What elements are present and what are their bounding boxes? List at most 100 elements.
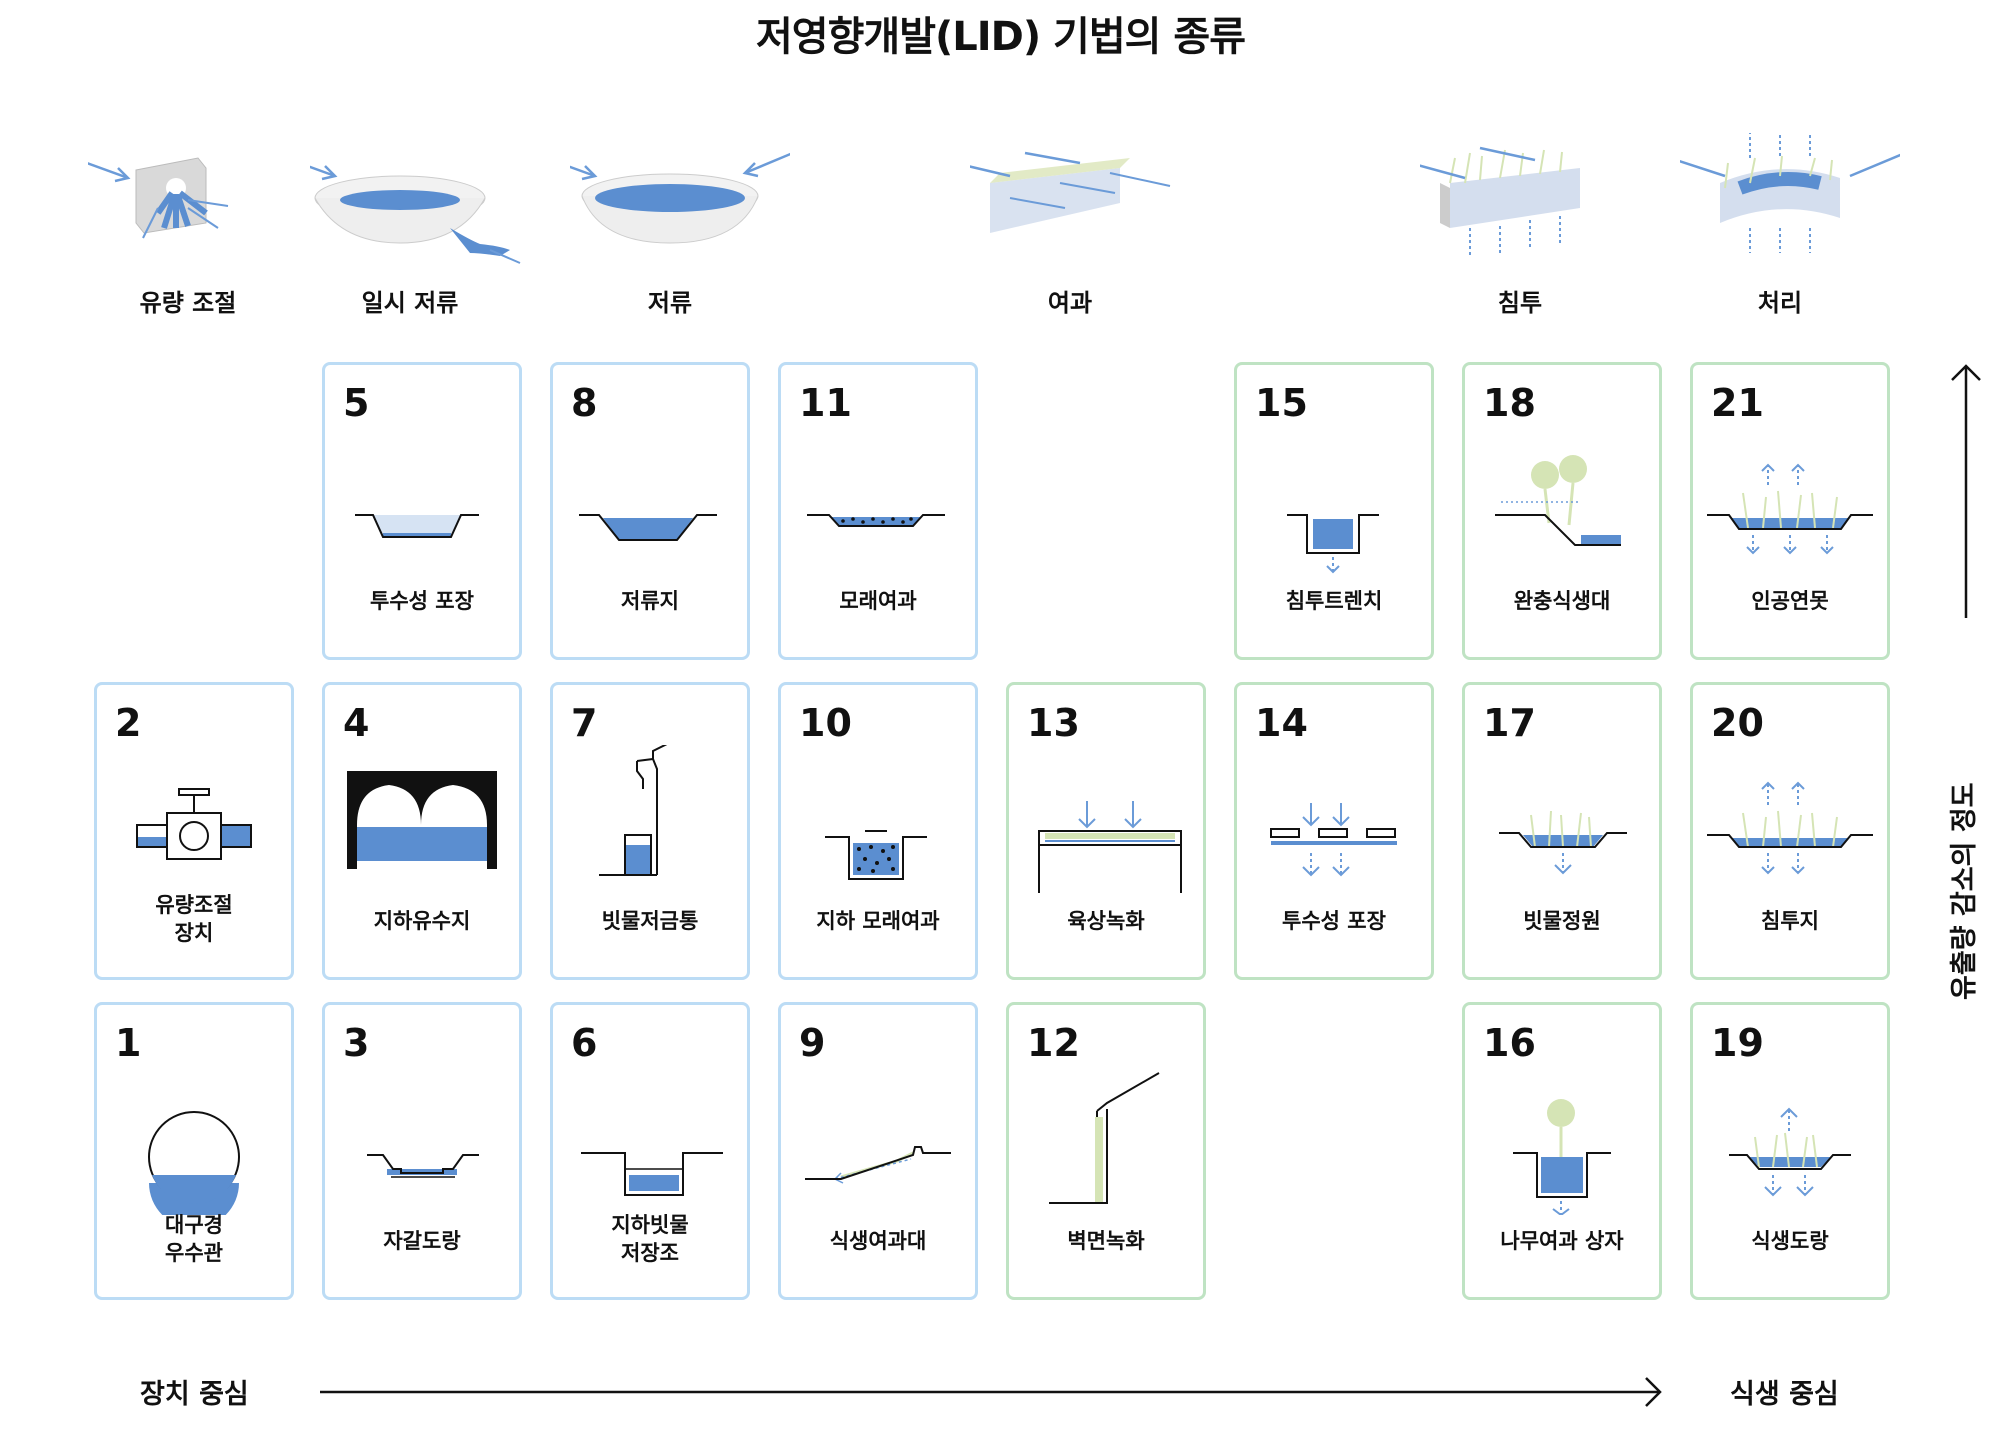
- function-flow-control: 유량 조절: [88, 128, 288, 317]
- card-number: 12: [1027, 1021, 1080, 1065]
- function-label: 여과: [1047, 289, 1093, 317]
- card-label: 자갈도랑: [383, 1229, 461, 1253]
- card-number: 21: [1711, 381, 1764, 425]
- rain-barrel-icon: [599, 745, 668, 876]
- card-label: 육상녹화: [1067, 909, 1145, 933]
- function-label: 유량 조절: [139, 289, 237, 317]
- card-number: 18: [1483, 381, 1536, 425]
- gravel-trench-icon: [367, 1154, 479, 1178]
- detention-pond-icon: [579, 514, 717, 541]
- tree-box-filter-icon: [1513, 1099, 1611, 1215]
- function-temporary-storage: 일시 저류: [310, 128, 521, 317]
- x-axis-start-label: 장치 중심: [140, 1379, 249, 1410]
- card-number: 5: [343, 381, 370, 425]
- card-number: 17: [1483, 701, 1536, 745]
- card-17[interactable]: 17 빗물정원: [1462, 682, 1662, 980]
- dish-icon: [570, 152, 790, 244]
- infiltration-basin-icon: [1707, 781, 1873, 875]
- function-label: 일시 저류: [361, 289, 459, 317]
- infiltration-icon: [1420, 146, 1580, 258]
- card-number: 14: [1255, 701, 1308, 745]
- card-6[interactable]: 6 지하빗물 저장조: [550, 1002, 750, 1300]
- rain-garden-icon: [1499, 810, 1627, 875]
- card-12[interactable]: 12 벽면녹화: [1006, 1002, 1206, 1300]
- card-label: 침투트렌치: [1285, 589, 1383, 613]
- function-label: 저류: [647, 289, 693, 317]
- card-14[interactable]: 14 투수성 포장: [1234, 682, 1434, 980]
- card-label: 대구경 우수관: [165, 1213, 223, 1265]
- card-19[interactable]: 19 식생도랑: [1690, 1002, 1890, 1300]
- card-label: 지하 모래여과: [816, 909, 940, 933]
- function-label: 침투: [1497, 289, 1543, 317]
- underground-reservoir-icon: [347, 771, 497, 869]
- card-label: 벽면녹화: [1067, 1229, 1145, 1253]
- card-label: 지하빗물 저장조: [611, 1213, 689, 1265]
- treatment-icon: [1680, 133, 1900, 253]
- buffer-strip-icon: [1495, 455, 1621, 546]
- card-8[interactable]: 8 저류지: [550, 362, 750, 660]
- large-pipe-icon: [148, 1111, 240, 1215]
- card-20[interactable]: 20 침투지: [1690, 682, 1890, 980]
- card-number: 3: [343, 1021, 370, 1065]
- card-15[interactable]: 15 침투트렌치: [1234, 362, 1434, 660]
- card-label: 완충식생대: [1513, 589, 1611, 613]
- card-number: 13: [1027, 701, 1080, 745]
- card-label: 식생여과대: [829, 1229, 927, 1253]
- card-label: 투수성 포장: [1282, 909, 1386, 933]
- vegetated-swale-icon: [1729, 1107, 1851, 1197]
- card-label: 저류지: [621, 589, 679, 613]
- function-storage: 저류: [570, 128, 790, 317]
- card-number: 7: [571, 701, 598, 745]
- card-10[interactable]: 10 지하 모래여과: [778, 682, 978, 980]
- card-label: 지하유수지: [373, 909, 471, 933]
- constructed-wetland-icon: [1707, 463, 1873, 555]
- card-label: 인공연못: [1751, 589, 1829, 613]
- card-number: 4: [343, 701, 370, 745]
- function-treatment: 처리: [1680, 128, 1900, 317]
- card-number: 15: [1255, 381, 1308, 425]
- y-axis-label: 유출량 감소의 정도: [1949, 782, 1980, 1000]
- card-number: 11: [799, 381, 852, 425]
- page-title: 저영향개발(LID) 기법의 종류: [756, 14, 1246, 60]
- permeable-pavement-icon: [1270, 803, 1397, 877]
- card-number: 1: [115, 1021, 142, 1065]
- card-16[interactable]: 16 나무여과 상자: [1462, 1002, 1662, 1300]
- x-axis-arrow: [320, 1377, 1662, 1407]
- filtration-icon: [970, 151, 1171, 233]
- function-filtration: 여과: [970, 128, 1171, 317]
- card-label: 빗물정원: [1523, 909, 1601, 933]
- card-number: 9: [799, 1021, 826, 1065]
- card-number: 10: [799, 701, 852, 745]
- card-number: 6: [571, 1021, 598, 1065]
- card-5[interactable]: 5 투수성 포장: [322, 362, 522, 660]
- dish-outflow-icon: [310, 165, 521, 264]
- card-18[interactable]: 18 완충식생대: [1462, 362, 1662, 660]
- sand-filter-icon: [807, 514, 945, 527]
- card-7[interactable]: 7 빗물저금통: [550, 682, 750, 980]
- card-2[interactable]: 2 유량조절 장치: [94, 682, 294, 980]
- card-4[interactable]: 4 지하유수지: [322, 682, 522, 980]
- function-infiltration: 침투: [1420, 128, 1620, 317]
- card-label: 나무여과 상자: [1500, 1229, 1624, 1253]
- card-3[interactable]: 3 자갈도랑: [322, 1002, 522, 1300]
- card-label: 모래여과: [839, 589, 917, 613]
- function-label: 처리: [1757, 289, 1803, 317]
- card-number: 2: [115, 701, 142, 745]
- valve-icon: [136, 788, 252, 860]
- card-label: 유량조절 장치: [155, 893, 233, 945]
- card-label: 투수성 포장: [370, 589, 474, 613]
- card-number: 16: [1483, 1021, 1536, 1065]
- card-label: 빗물저금통: [601, 909, 699, 933]
- green-wall-icon: [1049, 1072, 1160, 1204]
- x-axis-end-label: 식생 중심: [1730, 1379, 1839, 1410]
- y-axis-arrow: [1951, 364, 1981, 618]
- green-roof-icon: [1038, 801, 1182, 893]
- card-number: 8: [571, 381, 598, 425]
- infiltration-trench-icon: [1287, 514, 1379, 574]
- card-11[interactable]: 11 모래여과: [778, 362, 978, 660]
- card-1[interactable]: 1 대구경 우수관: [94, 1002, 294, 1300]
- flow-control-icon: [88, 157, 229, 239]
- card-13[interactable]: 13 육상녹화: [1006, 682, 1206, 980]
- card-21[interactable]: 21 인공연못: [1690, 362, 1890, 660]
- card-9[interactable]: 9 식생여과대: [778, 1002, 978, 1300]
